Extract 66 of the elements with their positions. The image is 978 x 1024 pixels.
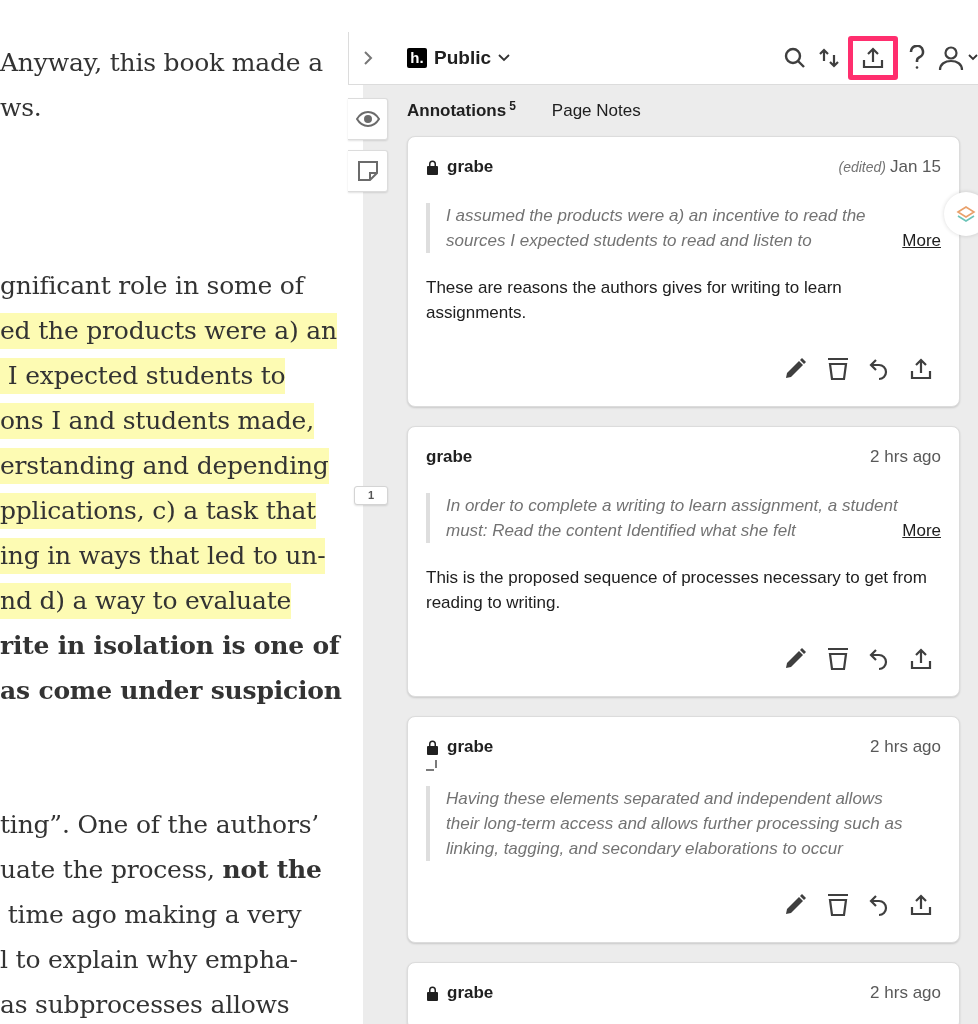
share-icon (861, 46, 885, 70)
share-icon[interactable] (909, 357, 933, 381)
reply-icon[interactable] (869, 647, 889, 671)
user-icon (938, 45, 964, 71)
lock-icon (426, 985, 439, 1001)
highlighted-text: pplications, c) a task that (0, 492, 316, 529)
reply-icon[interactable] (869, 893, 889, 917)
article-text: as come under suspicion (0, 675, 342, 707)
annotation-count-bubble[interactable]: 1 (354, 486, 388, 505)
help-icon (909, 45, 925, 71)
caret-icon[interactable] (968, 54, 978, 62)
trash-icon[interactable] (827, 357, 849, 381)
article-text: ting”. One of the authors’ (0, 809, 320, 841)
annotation-text: This is the proposed sequence of processes necessary to get from reading to writing. (426, 567, 928, 614)
timestamp[interactable]: 2 hrs ago (870, 444, 941, 470)
annotation-text: These are reasons the authors gives for writing to learn assignments. (426, 277, 843, 324)
username[interactable]: grabe (447, 734, 494, 760)
highlighted-text: nd d) a way to evaluate (0, 582, 292, 619)
trash-icon[interactable] (827, 647, 849, 671)
pencil-icon[interactable] (783, 357, 807, 381)
eye-icon (355, 111, 380, 127)
article-text: time ago making a very (6, 899, 302, 931)
collapse-chevron-icon[interactable] (363, 50, 373, 66)
username[interactable]: grabe (447, 980, 494, 1006)
caret-icon[interactable] (498, 54, 510, 62)
highlighted-text: ons I and students made, (0, 402, 314, 439)
username[interactable]: grabe (447, 154, 494, 180)
eye-toggle-button[interactable] (348, 98, 388, 140)
article-text: rite in isolation is one of (0, 630, 340, 662)
username[interactable]: grabe (426, 444, 473, 470)
pencil-icon[interactable] (783, 893, 807, 917)
article-text: ws. (0, 92, 42, 124)
quoted-text: I assumed the products were a) an incentive to read the sources I expected students to read and listen to (446, 205, 867, 252)
highlighted-text: erstanding and depending (0, 447, 329, 484)
article-text: l to explain why empha- (0, 944, 298, 976)
sort-icon (817, 46, 841, 70)
share-icon[interactable] (909, 893, 933, 917)
note-toggle-button[interactable] (348, 150, 388, 192)
logo: h. (407, 48, 427, 68)
article-text: Anyway, this book made a (0, 47, 323, 79)
highlighted-text: I expected students to (0, 357, 286, 394)
more-link[interactable]: More (902, 228, 941, 253)
timestamp[interactable]: 2 hrs ago (870, 734, 941, 760)
search-icon (783, 46, 807, 70)
article-text: gnificant role in some of (0, 270, 304, 302)
timestamp[interactable]: Jan 15 (889, 154, 941, 180)
timestamp[interactable]: 2 hrs ago (870, 980, 941, 1006)
reply-icon[interactable] (869, 357, 889, 381)
more-link[interactable]: More (902, 518, 941, 543)
quoted-text: In order to complete a writing to learn assignment, a student must: Read the content Identified what she felt (446, 495, 900, 542)
note-icon (356, 160, 379, 182)
group-name[interactable]: Public (434, 43, 491, 73)
share-button[interactable] (848, 36, 898, 80)
pencil-icon[interactable] (783, 647, 807, 671)
quoted-text: Having these elements separated and independent allows their long-term access and allows further processing such as linking, tagging, and secondary elaborations to occur (446, 788, 904, 860)
edited-label: (edited) (838, 158, 886, 178)
share-icon[interactable] (909, 647, 933, 671)
trash-icon[interactable] (827, 893, 849, 917)
tab[interactable]: Page Notes (551, 99, 641, 123)
lock-icon (426, 159, 439, 175)
highlighted-text: ed the products were a) an (0, 312, 337, 349)
highlighted-text: ing in ways that led to un- (0, 537, 326, 574)
article-text: as subprocesses allows (0, 989, 290, 1021)
layers-icon (956, 204, 976, 224)
lock-icon (426, 739, 439, 755)
article-text: uate the process, not the (0, 854, 322, 886)
